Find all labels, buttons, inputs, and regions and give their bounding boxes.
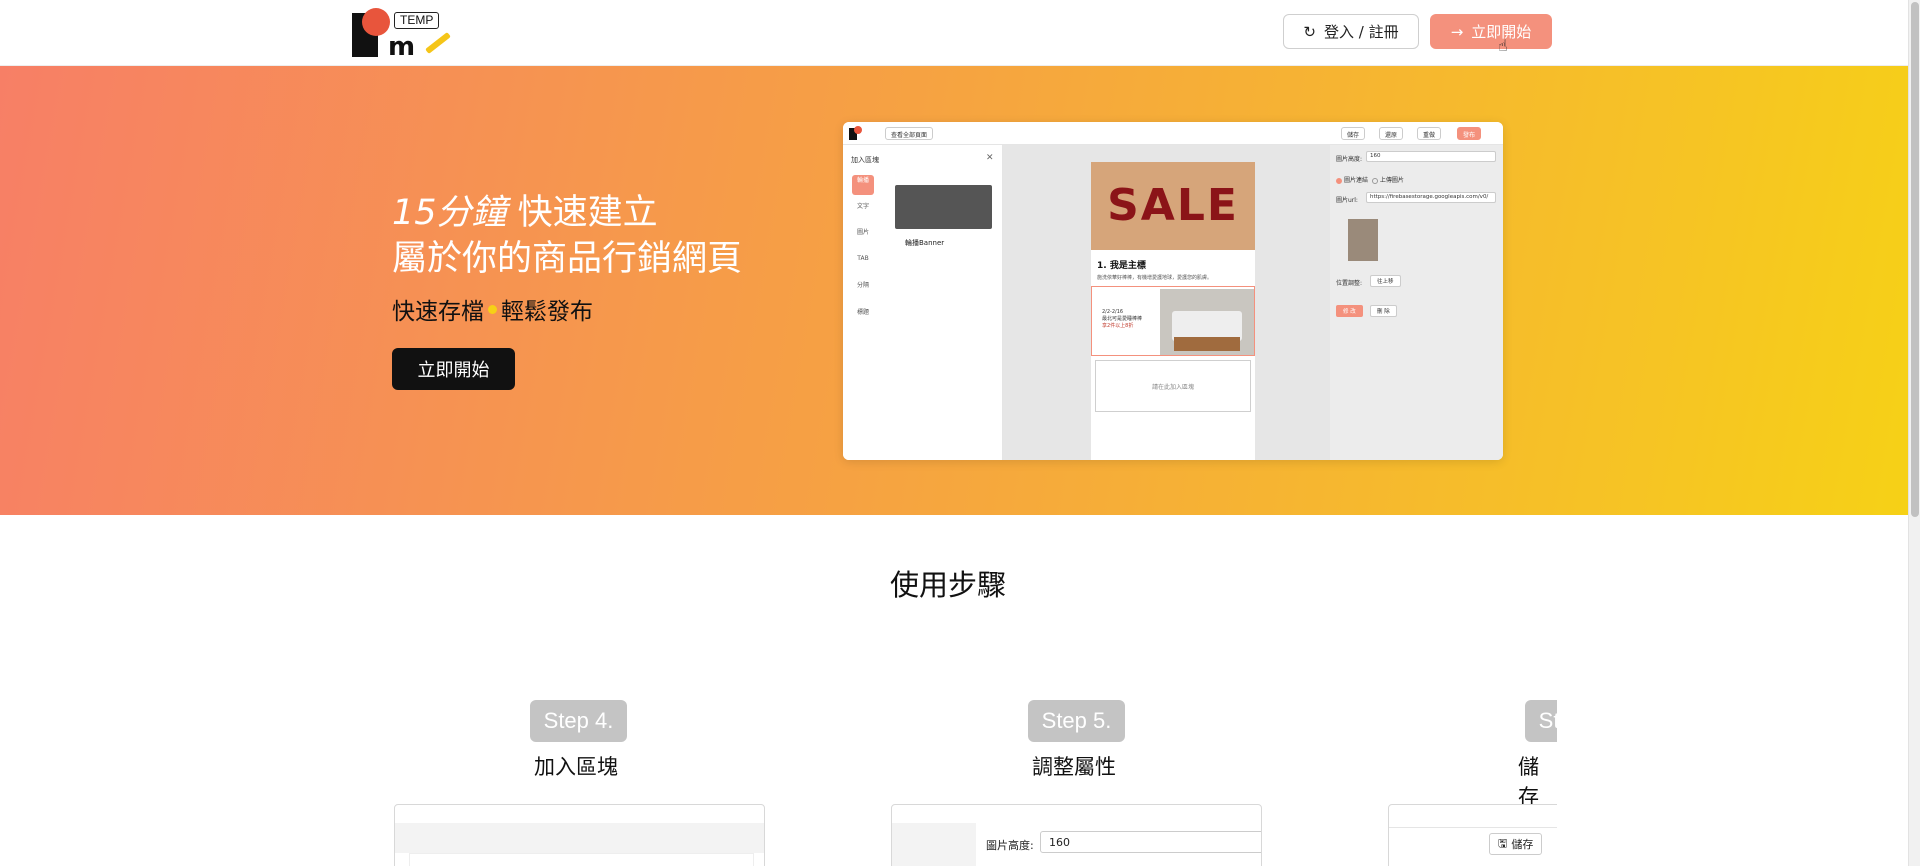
delete-button: 刪 除 [1370, 305, 1397, 317]
save-action: 儲存 [1341, 127, 1366, 140]
tab-tab: TAB [857, 255, 869, 262]
login-button[interactable]: ↻ 登入 / 註冊 [1283, 14, 1419, 49]
step-6-card-divider [1389, 827, 1557, 828]
save-icon: 🖫 [1498, 836, 1508, 850]
hero-title-highlight: 15分鐘 [392, 190, 507, 236]
step-4-badge: Step 4. [530, 700, 627, 742]
hero-sub-right: 輕鬆發布 [501, 299, 593, 325]
publish-action: 發布 [1457, 127, 1482, 140]
scrollbar-thumb[interactable] [1911, 2, 1919, 517]
step-6-save-label: 儲存 [1511, 838, 1534, 851]
banner-date: 2/2-2/16 [1102, 309, 1124, 315]
carousel-block-label: 輪播Banner [905, 239, 945, 247]
radio-on-icon [1336, 177, 1342, 184]
logo-circle [362, 8, 390, 36]
tab-text: 文字 [856, 203, 869, 210]
editor-toolbar: 查看全部頁面 儲存 還原 重做 發布 [843, 122, 1503, 145]
sale-banner: SALE [1091, 162, 1255, 250]
image-url-label: 圖片url: [1336, 197, 1358, 204]
hero-title: 15分鐘 快速建立 屬於你的商品行銷網頁 [392, 190, 742, 282]
step-5-height-input: 160 [1040, 831, 1261, 853]
steps-section-title: 使用步驟 [890, 562, 1007, 610]
close-icon: ✕ [986, 153, 994, 163]
image-source-radios: 圖片連結 上傳圖片 [1336, 175, 1404, 184]
page: m TEMP ↻ 登入 / 註冊 → 立即開始 ☝ 15分鐘 快速建立 屬於你的… [0, 0, 1920, 866]
edit-button: 修 改 [1336, 305, 1363, 317]
editor-preview-image: 查看全部頁面 儲存 還原 重做 發布 加入區塊 ✕ 輪播 文字 圖片 TAB 分… [843, 122, 1503, 460]
step-5-badge: Step 5. [1028, 700, 1125, 742]
steps-carousel: Step 4. 加入區塊 Step 5. 調整屬性 圖片高度: 160 Step… [0, 690, 1557, 866]
hero-sub-left: 快速存檔 [392, 299, 484, 325]
image-url-input: https://firebasestorage.googleapis.com/v… [1366, 192, 1496, 203]
step-5-card: 圖片高度: 160 [891, 804, 1262, 866]
panel-title: 加入區塊 [851, 156, 879, 164]
start-button-top[interactable]: → 立即開始 [1430, 14, 1552, 49]
image-thumbnail [1348, 219, 1378, 261]
undo-action: 還原 [1379, 127, 1404, 140]
hand-cursor-icon: ☝ [1498, 36, 1508, 55]
tab-heading: 標題 [856, 309, 869, 316]
banner-text: 2/2-2/16 最北可是愛睡棒棒 享2件以上8折 [1102, 309, 1142, 330]
arrow-right-icon: → [1450, 22, 1464, 41]
tab-carousel: 輪播 [852, 175, 874, 195]
canvas-carousel-block: 2/2-2/16 最北可是愛睡棒棒 享2件以上8折 [1091, 286, 1255, 356]
step-6-badge: Step 6. [1525, 700, 1557, 742]
radio-off-icon [1371, 177, 1378, 184]
hero-title-rest: 快速建立 [506, 193, 658, 233]
radio-link-label: 圖片連結 [1344, 177, 1369, 184]
banner-promo: 享2件以上8折 [1102, 323, 1134, 329]
carousel-block-thumb [895, 185, 992, 229]
add-block-panel: 加入區塊 ✕ 輪播 文字 圖片 TAB 分隔 標題 輪播Banner [843, 145, 1003, 460]
canvas-heading: 1. 我是主標 [1097, 261, 1146, 271]
bed-frame [1174, 337, 1240, 351]
logo[interactable]: m TEMP [352, 8, 451, 62]
step-4-card [394, 804, 765, 866]
hero-title-line2: 屬於你的商品行銷網頁 [392, 239, 743, 279]
editor-logo-icon [849, 126, 875, 141]
step-4-card-bar [395, 823, 764, 853]
tab-divider: 分隔 [856, 282, 869, 289]
logo-pen-icon [425, 32, 451, 54]
dot-separator-icon [488, 304, 497, 314]
image-height-input: 160 [1366, 151, 1496, 162]
step-5-card-side [892, 823, 976, 866]
step-6-save-button: 🖫 儲存 [1489, 833, 1543, 855]
step-5-name: 調整屬性 [1032, 755, 1116, 779]
step-6-name: 儲存 [1518, 755, 1539, 809]
properties-panel: 圖片高度: 160 圖片連結 上傳圖片 圖片url: https://fireb… [1330, 145, 1503, 460]
hero-start-button[interactable]: 立即開始 [392, 348, 515, 390]
login-label: 登入 / 註冊 [1323, 23, 1399, 41]
banner-line: 最北可是愛睡棒棒 [1102, 316, 1143, 322]
step-4-name: 加入區塊 [534, 755, 618, 779]
step-6-card: 🖫 儲存 [1388, 804, 1557, 866]
redo-action: 重做 [1417, 127, 1442, 140]
editor-canvas: SALE 1. 我是主標 施洗依華好棒棒，有機增愛護地球，愛護您的肌膚。 2/2… [1003, 145, 1330, 460]
canvas-page: SALE 1. 我是主標 施洗依華好棒棒，有機增愛護地球，愛護您的肌膚。 2/2… [1091, 162, 1255, 460]
logo-temp-tag: TEMP [394, 12, 440, 29]
login-icon: ↻ [1303, 22, 1316, 41]
tab-image: 圖片 [856, 229, 869, 236]
image-height-label: 圖片高度: [1336, 156, 1363, 163]
move-up-button: 往上移 [1370, 275, 1401, 287]
position-label: 位置調整: [1336, 280, 1363, 287]
view-all-pages-button: 查看全部頁面 [885, 127, 934, 140]
drop-zone: 請在此加入區塊 [1095, 360, 1251, 412]
canvas-paragraph: 施洗依華好棒棒，有機增愛護地球，愛護您的肌膚。 [1097, 275, 1213, 281]
logo-m: m [388, 32, 416, 62]
page-scrollbar[interactable] [1908, 0, 1920, 866]
hero-subtitle: 快速存檔 輕鬆發布 [392, 292, 593, 326]
top-nav: m TEMP ↻ 登入 / 註冊 → 立即開始 ☝ [0, 0, 1908, 66]
radio-upload-label: 上傳圖片 [1379, 177, 1404, 184]
step-4-card-body [409, 853, 754, 866]
step-5-height-label: 圖片高度: [986, 839, 1034, 852]
